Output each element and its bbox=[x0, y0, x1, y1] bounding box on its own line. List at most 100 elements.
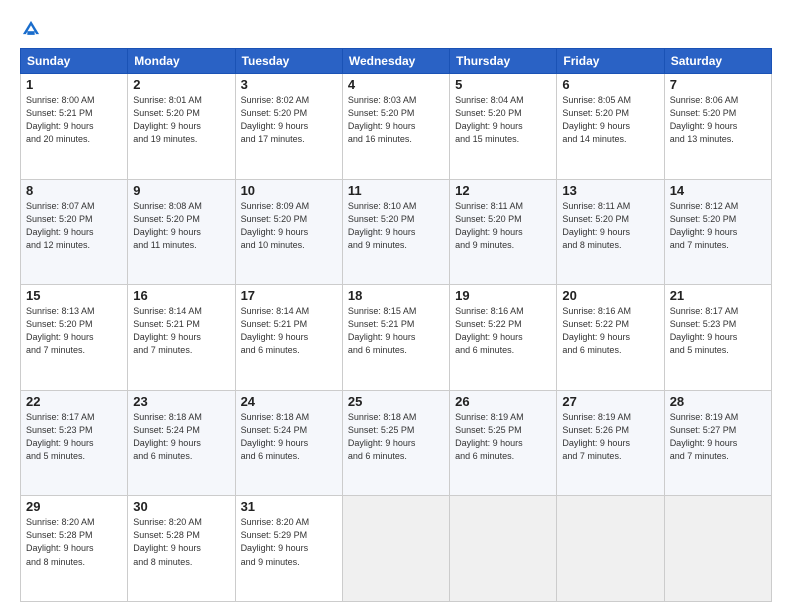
day-number: 31 bbox=[241, 499, 337, 514]
day-number: 13 bbox=[562, 183, 658, 198]
day-info: Sunrise: 8:16 AMSunset: 5:22 PMDaylight:… bbox=[455, 305, 551, 357]
day-info: Sunrise: 8:02 AMSunset: 5:20 PMDaylight:… bbox=[241, 94, 337, 146]
day-info: Sunrise: 8:14 AMSunset: 5:21 PMDaylight:… bbox=[133, 305, 229, 357]
day-number: 17 bbox=[241, 288, 337, 303]
day-number: 21 bbox=[670, 288, 766, 303]
weekday-header-friday: Friday bbox=[557, 49, 664, 74]
day-cell: 27Sunrise: 8:19 AMSunset: 5:26 PMDayligh… bbox=[557, 390, 664, 496]
day-info: Sunrise: 8:10 AMSunset: 5:20 PMDaylight:… bbox=[348, 200, 444, 252]
day-cell: 15 Sunrise: 8:13 AMSunset: 5:20 PMDayligh… bbox=[21, 285, 128, 391]
day-info: Sunrise: 8:17 AMSunset: 5:23 PMDaylight:… bbox=[26, 411, 122, 463]
day-number: 14 bbox=[670, 183, 766, 198]
day-cell bbox=[342, 496, 449, 602]
day-info: Sunrise: 8:17 AMSunset: 5:23 PMDaylight:… bbox=[670, 305, 766, 357]
day-number: 15 bbox=[26, 288, 122, 303]
day-info: Sunrise: 8:09 AMSunset: 5:20 PMDaylight:… bbox=[241, 200, 337, 252]
day-info: Sunrise: 8:13 AMSunset: 5:20 PMDaylight:… bbox=[26, 305, 122, 357]
day-info: Sunrise: 8:20 AMSunset: 5:28 PMDaylight:… bbox=[133, 516, 229, 568]
day-info: Sunrise: 8:16 AMSunset: 5:22 PMDaylight:… bbox=[562, 305, 658, 357]
day-info: Sunrise: 8:04 AMSunset: 5:20 PMDaylight:… bbox=[455, 94, 551, 146]
day-number: 22 bbox=[26, 394, 122, 409]
day-cell: 9 Sunrise: 8:08 AMSunset: 5:20 PMDaylight… bbox=[128, 179, 235, 285]
day-cell: 29Sunrise: 8:20 AMSunset: 5:28 PMDayligh… bbox=[21, 496, 128, 602]
calendar: SundayMondayTuesdayWednesdayThursdayFrid… bbox=[20, 48, 772, 602]
day-cell bbox=[450, 496, 557, 602]
day-number: 10 bbox=[241, 183, 337, 198]
day-cell: 17Sunrise: 8:14 AMSunset: 5:21 PMDayligh… bbox=[235, 285, 342, 391]
day-number: 19 bbox=[455, 288, 551, 303]
day-number: 5 bbox=[455, 77, 551, 92]
calendar-body: 1Sunrise: 8:00 AMSunset: 5:21 PMDaylight… bbox=[21, 74, 772, 602]
day-info: Sunrise: 8:05 AMSunset: 5:20 PMDaylight:… bbox=[562, 94, 658, 146]
day-info: Sunrise: 8:06 AMSunset: 5:20 PMDaylight:… bbox=[670, 94, 766, 146]
day-cell: 1Sunrise: 8:00 AMSunset: 5:21 PMDaylight… bbox=[21, 74, 128, 180]
day-cell: 12 Sunrise: 8:11 AMSunset: 5:20 PMDayligh… bbox=[450, 179, 557, 285]
day-cell: 4Sunrise: 8:03 AMSunset: 5:20 PMDaylight… bbox=[342, 74, 449, 180]
day-number: 27 bbox=[562, 394, 658, 409]
day-info: Sunrise: 8:19 AMSunset: 5:27 PMDaylight:… bbox=[670, 411, 766, 463]
day-cell bbox=[557, 496, 664, 602]
day-number: 4 bbox=[348, 77, 444, 92]
day-cell: 3 Sunrise: 8:02 AMSunset: 5:20 PMDaylight… bbox=[235, 74, 342, 180]
logo bbox=[20, 18, 44, 40]
day-number: 24 bbox=[241, 394, 337, 409]
weekday-header-wednesday: Wednesday bbox=[342, 49, 449, 74]
day-info: Sunrise: 8:20 AMSunset: 5:29 PMDaylight:… bbox=[241, 516, 337, 568]
day-cell: 6 Sunrise: 8:05 AMSunset: 5:20 PMDaylight… bbox=[557, 74, 664, 180]
day-info: Sunrise: 8:18 AMSunset: 5:25 PMDaylight:… bbox=[348, 411, 444, 463]
day-cell: 18Sunrise: 8:15 AMSunset: 5:21 PMDayligh… bbox=[342, 285, 449, 391]
day-number: 7 bbox=[670, 77, 766, 92]
day-number: 9 bbox=[133, 183, 229, 198]
day-cell: 16 Sunrise: 8:14 AMSunset: 5:21 PMDayligh… bbox=[128, 285, 235, 391]
day-number: 20 bbox=[562, 288, 658, 303]
week-row-4: 22 Sunrise: 8:17 AMSunset: 5:23 PMDayligh… bbox=[21, 390, 772, 496]
header bbox=[20, 18, 772, 40]
day-cell: 14 Sunrise: 8:12 AMSunset: 5:20 PMDayligh… bbox=[664, 179, 771, 285]
day-cell: 10 Sunrise: 8:09 AMSunset: 5:20 PMDayligh… bbox=[235, 179, 342, 285]
weekday-header-tuesday: Tuesday bbox=[235, 49, 342, 74]
day-cell: 5 Sunrise: 8:04 AMSunset: 5:20 PMDaylight… bbox=[450, 74, 557, 180]
day-info: Sunrise: 8:18 AMSunset: 5:24 PMDaylight:… bbox=[133, 411, 229, 463]
week-row-1: 1Sunrise: 8:00 AMSunset: 5:21 PMDaylight… bbox=[21, 74, 772, 180]
day-number: 28 bbox=[670, 394, 766, 409]
day-cell: 24Sunrise: 8:18 AMSunset: 5:24 PMDayligh… bbox=[235, 390, 342, 496]
logo-icon bbox=[20, 18, 42, 40]
day-number: 29 bbox=[26, 499, 122, 514]
weekday-header-thursday: Thursday bbox=[450, 49, 557, 74]
day-number: 25 bbox=[348, 394, 444, 409]
day-cell bbox=[664, 496, 771, 602]
day-number: 30 bbox=[133, 499, 229, 514]
calendar-header: SundayMondayTuesdayWednesdayThursdayFrid… bbox=[21, 49, 772, 74]
day-cell: 8 Sunrise: 8:07 AMSunset: 5:20 PMDaylight… bbox=[21, 179, 128, 285]
weekday-header-sunday: Sunday bbox=[21, 49, 128, 74]
day-number: 6 bbox=[562, 77, 658, 92]
day-cell: 30 Sunrise: 8:20 AMSunset: 5:28 PMDayligh… bbox=[128, 496, 235, 602]
day-number: 12 bbox=[455, 183, 551, 198]
week-row-3: 15 Sunrise: 8:13 AMSunset: 5:20 PMDayligh… bbox=[21, 285, 772, 391]
day-number: 3 bbox=[241, 77, 337, 92]
day-number: 8 bbox=[26, 183, 122, 198]
week-row-2: 8 Sunrise: 8:07 AMSunset: 5:20 PMDaylight… bbox=[21, 179, 772, 285]
day-cell: 20 Sunrise: 8:16 AMSunset: 5:22 PMDayligh… bbox=[557, 285, 664, 391]
day-cell: 2 Sunrise: 8:01 AMSunset: 5:20 PMDaylight… bbox=[128, 74, 235, 180]
day-info: Sunrise: 8:07 AMSunset: 5:20 PMDaylight:… bbox=[26, 200, 122, 252]
day-info: Sunrise: 8:12 AMSunset: 5:20 PMDaylight:… bbox=[670, 200, 766, 252]
weekday-header-monday: Monday bbox=[128, 49, 235, 74]
day-info: Sunrise: 8:01 AMSunset: 5:20 PMDaylight:… bbox=[133, 94, 229, 146]
day-number: 26 bbox=[455, 394, 551, 409]
day-cell: 13Sunrise: 8:11 AMSunset: 5:20 PMDayligh… bbox=[557, 179, 664, 285]
day-info: Sunrise: 8:11 AMSunset: 5:20 PMDaylight:… bbox=[455, 200, 551, 252]
day-cell: 28 Sunrise: 8:19 AMSunset: 5:27 PMDayligh… bbox=[664, 390, 771, 496]
day-number: 2 bbox=[133, 77, 229, 92]
day-number: 23 bbox=[133, 394, 229, 409]
day-info: Sunrise: 8:08 AMSunset: 5:20 PMDaylight:… bbox=[133, 200, 229, 252]
week-row-5: 29 Sunrise: 8:20 AMSunset: 5:28 PMDayligh… bbox=[21, 496, 772, 602]
day-info: Sunrise: 8:15 AMSunset: 5:21 PMDaylight:… bbox=[348, 305, 444, 357]
day-number: 16 bbox=[133, 288, 229, 303]
day-number: 11 bbox=[348, 183, 444, 198]
day-cell: 21 Sunrise: 8:17 AMSunset: 5:23 PMDayligh… bbox=[664, 285, 771, 391]
day-info: Sunrise: 8:19 AMSunset: 5:25 PMDaylight:… bbox=[455, 411, 551, 463]
page: SundayMondayTuesdayWednesdayThursdayFrid… bbox=[0, 0, 792, 612]
day-cell: 7 Sunrise: 8:06 AMSunset: 5:20 PMDaylight… bbox=[664, 74, 771, 180]
day-number: 1 bbox=[26, 77, 122, 92]
